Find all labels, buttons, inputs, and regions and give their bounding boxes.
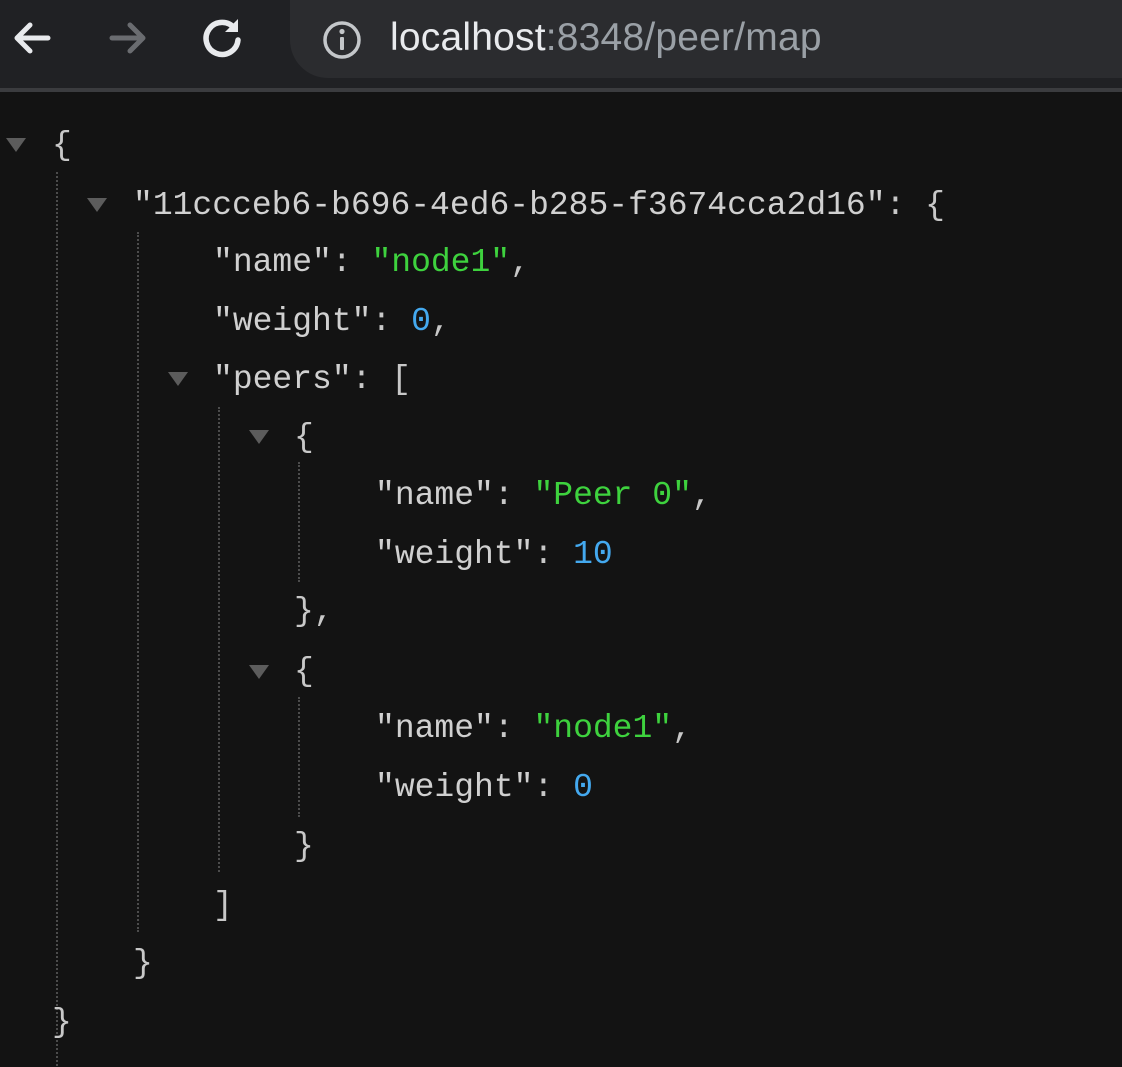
back-button[interactable] bbox=[0, 8, 64, 68]
json-line: "weight": 0, bbox=[213, 302, 451, 342]
reload-icon bbox=[203, 19, 241, 58]
json-punct: : bbox=[533, 536, 574, 573]
collapse-toggle[interactable] bbox=[87, 198, 107, 212]
reload-button[interactable] bbox=[190, 8, 254, 68]
peer-name-key: name bbox=[394, 477, 475, 514]
json-punct: , bbox=[691, 477, 712, 514]
indent-guide bbox=[56, 172, 58, 1067]
json-key: "name" bbox=[375, 477, 494, 514]
json-viewer: { "11ccceb6-b696-4ed6-b285-f3674cca2d16"… bbox=[0, 92, 1122, 1067]
json-line: } bbox=[52, 1003, 72, 1043]
peer-weight-value: 0 bbox=[573, 769, 593, 806]
json-line: "weight": 10 bbox=[375, 535, 613, 575]
brace-open: { bbox=[52, 127, 72, 164]
bracket-close: ] bbox=[213, 887, 233, 924]
json-string: "node1" bbox=[533, 710, 673, 747]
json-key: "name" bbox=[375, 710, 494, 747]
json-line: "11ccceb6-b696-4ed6-b285-f3674cca2d16": … bbox=[133, 186, 945, 226]
json-key: "weight" bbox=[375, 536, 534, 573]
collapse-toggle[interactable] bbox=[249, 430, 269, 444]
back-arrow-icon bbox=[14, 22, 51, 54]
json-line: "name": "node1", bbox=[213, 243, 530, 283]
json-line: } bbox=[133, 944, 153, 984]
peers-key: peers bbox=[232, 361, 332, 398]
browser-toolbar: localhost:8348/peer/map bbox=[0, 0, 1122, 88]
weight-value: 0 bbox=[411, 303, 431, 340]
json-key: "name" bbox=[213, 244, 332, 281]
indent-guide bbox=[218, 407, 220, 872]
json-punct: : [ bbox=[351, 361, 412, 398]
peer-weight-value: 10 bbox=[573, 536, 613, 573]
brace-close: } bbox=[133, 945, 153, 982]
brace-close: } bbox=[52, 1004, 72, 1041]
peer-name-value: node1 bbox=[553, 710, 653, 747]
json-punct: : { bbox=[885, 187, 945, 224]
json-line: "peers": [ bbox=[213, 360, 411, 400]
json-line: }, bbox=[294, 592, 334, 632]
peer-name-key: name bbox=[394, 710, 475, 747]
collapse-toggle[interactable] bbox=[6, 138, 26, 152]
indent-guide bbox=[298, 697, 300, 817]
json-punct: : bbox=[493, 710, 534, 747]
url-host: localhost bbox=[390, 16, 546, 59]
json-line: { bbox=[294, 652, 314, 692]
json-line: { bbox=[52, 126, 72, 166]
brace-close: }, bbox=[294, 593, 334, 630]
forward-button[interactable] bbox=[96, 8, 160, 68]
name-value: node1 bbox=[391, 244, 491, 281]
brace-close: } bbox=[294, 828, 314, 865]
url-text[interactable]: localhost:8348/peer/map bbox=[390, 12, 822, 64]
name-key: name bbox=[232, 244, 313, 281]
forward-arrow-icon bbox=[109, 22, 146, 54]
json-punct: , bbox=[672, 710, 692, 747]
json-line: "name": "node1", bbox=[375, 709, 692, 749]
indent-guide bbox=[137, 232, 139, 932]
info-icon[interactable] bbox=[320, 18, 364, 62]
json-line: "name": "Peer 0", bbox=[375, 476, 712, 516]
json-string: "node1" bbox=[371, 244, 511, 281]
json-key: "11ccceb6-b696-4ed6-b285-f3674cca2d16" bbox=[133, 187, 886, 224]
json-line: "weight": 0 bbox=[375, 768, 593, 808]
json-key: "weight" bbox=[375, 769, 534, 806]
json-line: { bbox=[294, 418, 314, 458]
collapse-toggle[interactable] bbox=[168, 372, 188, 386]
weight-key: weight bbox=[232, 303, 352, 340]
root-key: 11ccceb6-b696-4ed6-b285-f3674cca2d16 bbox=[152, 187, 866, 224]
peer-name-value: Peer 0 bbox=[553, 477, 673, 514]
json-key: "weight" bbox=[213, 303, 372, 340]
json-line: } bbox=[294, 827, 314, 867]
json-key: "peers" bbox=[213, 361, 352, 398]
indent-guide bbox=[298, 462, 300, 582]
json-line: ] bbox=[213, 886, 233, 926]
json-punct: : bbox=[331, 244, 372, 281]
url-path: :8348/peer/map bbox=[545, 16, 822, 59]
collapse-toggle[interactable] bbox=[249, 665, 269, 679]
json-punct: : bbox=[371, 303, 412, 340]
json-punct: : bbox=[533, 769, 574, 806]
brace-open: { bbox=[294, 419, 314, 456]
peer-weight-key: weight bbox=[394, 769, 514, 806]
json-punct: : bbox=[493, 477, 534, 514]
json-punct: , bbox=[430, 303, 451, 340]
peer-weight-key: weight bbox=[394, 536, 514, 573]
json-string: "Peer 0" bbox=[533, 477, 692, 514]
brace-open: { bbox=[294, 653, 314, 690]
address-bar[interactable]: localhost:8348/peer/map bbox=[290, 0, 1122, 78]
json-punct: , bbox=[510, 244, 530, 281]
